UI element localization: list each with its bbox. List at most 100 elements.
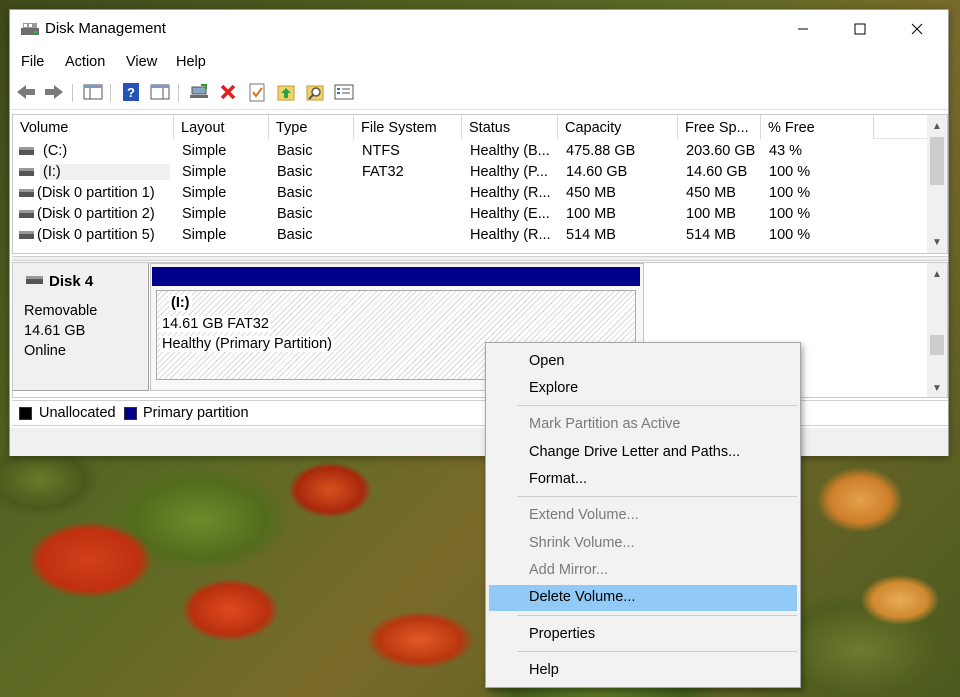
menu-item-change-drive-letter[interactable]: Change Drive Letter and Paths... [489,440,797,466]
help-icon[interactable]: ? [120,81,142,103]
refresh-folder-icon[interactable] [275,81,297,103]
menu-item-open[interactable]: Open [489,349,797,375]
disk-info[interactable]: Disk 4 Removable 14.61 GB Online [13,263,149,391]
maximize-button[interactable] [837,10,883,48]
volume-free-space: 14.60 GB [686,164,748,180]
context-menu: Open Explore Mark Partition as Active Ch… [485,342,801,688]
drive-icon [19,210,34,218]
menu-item-explore[interactable]: Explore [489,376,797,402]
legend: Unallocated Primary partition [12,400,948,426]
unallocated-swatch [19,407,32,420]
volume-list-scrollbar[interactable]: ▲ ▼ [927,115,947,253]
disk-size: 14.61 GB [24,323,86,339]
volume-type: Basic [277,227,313,243]
volume-name: (C:) [43,143,68,159]
toolbar: ? [10,76,948,110]
column-header-file-system[interactable]: File System [354,115,462,139]
menu-item-properties[interactable]: Properties [489,622,797,648]
title-bar[interactable]: Disk Management [10,10,948,48]
volume-type: Basic [277,185,313,201]
connect-icon[interactable] [188,81,210,103]
pane-splitter[interactable] [12,256,948,261]
volume-status: Healthy (E... [470,206,550,222]
volume-free-space: 203.60 GB [686,143,756,159]
volume-layout: Simple [182,164,227,180]
menu-item-format[interactable]: Format... [489,467,797,493]
scroll-down-icon[interactable]: ▼ [927,233,947,251]
window-title: Disk Management [45,20,166,37]
column-header-layout[interactable]: Layout [174,115,269,139]
close-button[interactable] [894,10,940,48]
drive-icon [19,168,34,176]
volume-type: Basic [277,143,313,159]
volume-name: (I:) [40,164,170,180]
menu-action[interactable]: Action [65,54,105,70]
column-header-status[interactable]: Status [462,115,558,139]
volume-row[interactable]: (Disk 0 partition 2) Simple Basic Health… [13,204,929,225]
volume-status: Healthy (P... [470,164,548,180]
primary-partition-swatch [124,407,137,420]
volume-layout: Simple [182,143,227,159]
volume-list-header: Volume Layout Type File System Status Ca… [13,115,929,139]
menu-item-help[interactable]: Help [489,658,797,684]
status-bar [10,428,948,456]
menu-file[interactable]: File [21,54,44,70]
disk-icon [26,276,43,284]
forward-arrow-icon[interactable] [43,81,65,103]
drive-icon [19,147,34,155]
volume-layout: Simple [182,206,227,222]
menu-item-add-mirror: Add Mirror... [529,562,608,578]
volume-layout: Simple [182,227,227,243]
minimize-button[interactable] [780,10,826,48]
column-header-type[interactable]: Type [269,115,354,139]
column-header-free-space[interactable]: Free Sp... [678,115,761,139]
volume-capacity: 514 MB [566,227,616,243]
delete-icon[interactable] [217,81,239,103]
volume-status: Healthy (B... [470,143,550,159]
column-header-volume[interactable]: Volume [13,115,174,139]
scroll-thumb[interactable] [930,335,944,355]
volume-status: Healthy (R... [470,227,551,243]
menu-bar: File Action View Help [10,50,948,74]
list-view-icon[interactable] [333,81,355,103]
scroll-up-icon[interactable]: ▲ [927,265,947,283]
menu-item-extend-volume: Extend Volume... [529,507,639,523]
partition-label: (I:) [169,295,192,311]
volume-capacity: 100 MB [566,206,616,222]
menu-item-delete-volume[interactable]: Delete Volume... [489,585,797,611]
drive-icon [19,231,34,239]
volume-percent-free: 100 % [769,164,811,180]
volume-row[interactable]: (I:) Simple Basic FAT32 Healthy (P... 14… [13,162,929,183]
search-folder-icon[interactable] [304,81,326,103]
volume-name: (Disk 0 partition 1) [37,185,155,201]
legend-unallocated: Unallocated [39,405,116,421]
volume-capacity: 450 MB [566,185,616,201]
menu-view[interactable]: View [126,54,157,70]
volume-file-system: NTFS [362,143,400,159]
disk-pane: Disk 4 Removable 14.61 GB Online (I:) 14… [12,262,948,398]
properties-icon[interactable] [246,81,268,103]
back-arrow-icon[interactable] [15,81,37,103]
volume-row[interactable]: (Disk 0 partition 5) Simple Basic Health… [13,225,929,246]
disk-state: Online [24,343,66,359]
volume-percent-free: 43 % [769,143,803,159]
volume-capacity: 14.60 GB [566,164,628,180]
volume-layout: Simple [182,185,227,201]
column-header-capacity[interactable]: Capacity [558,115,678,139]
scroll-down-icon[interactable]: ▼ [927,379,947,397]
volume-row[interactable]: (C:) Simple Basic NTFS Healthy (B... 475… [13,141,929,162]
scroll-thumb[interactable] [930,137,944,185]
disk-pane-scrollbar[interactable]: ▲ ▼ [927,263,947,397]
legend-primary-partition: Primary partition [143,405,249,421]
volume-status: Healthy (R... [470,185,551,201]
column-header-percent-free[interactable]: % Free [761,115,874,139]
volume-row[interactable]: (Disk 0 partition 1) Simple Basic Health… [13,183,929,204]
show-hide-console-tree-icon[interactable] [82,81,104,103]
disk-type: Removable [24,303,98,319]
volume-type: Basic [277,164,313,180]
volume-free-space: 100 MB [686,206,736,222]
scroll-up-icon[interactable]: ▲ [927,117,947,135]
show-hide-action-pane-icon[interactable] [149,81,171,103]
menu-help[interactable]: Help [176,54,206,70]
volume-percent-free: 100 % [769,185,811,201]
